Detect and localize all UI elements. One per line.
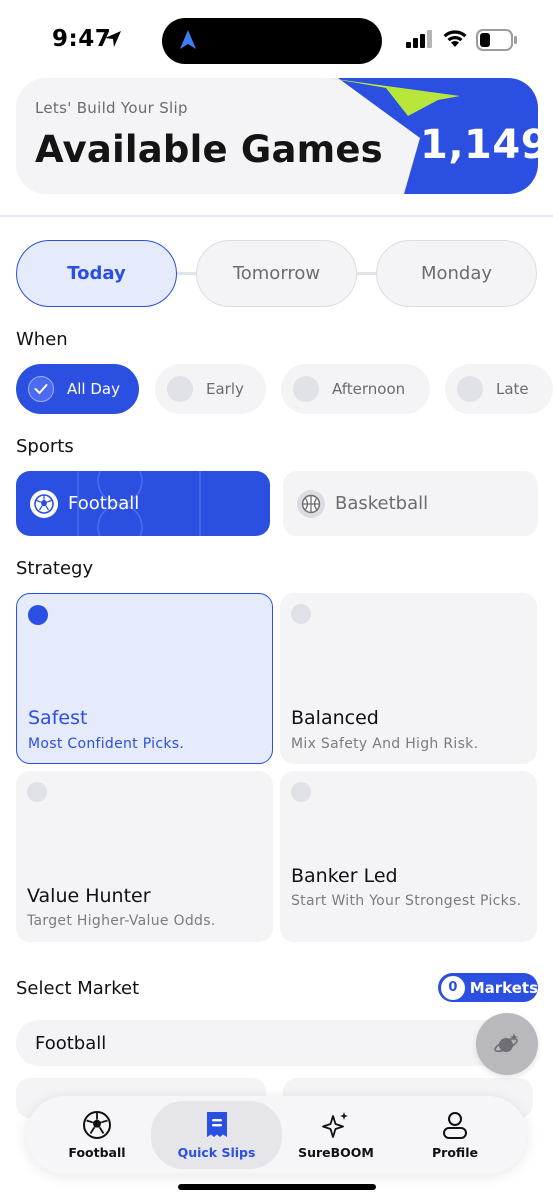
select-market-label: Select Market	[16, 978, 140, 999]
sport-option-football[interactable]: Football	[16, 471, 270, 536]
markets-count-label: Markets	[469, 978, 538, 997]
strategy-desc: Target Higher-Value Odds.	[27, 913, 216, 929]
radio-icon	[291, 782, 311, 802]
strategy-desc: Start With Your Strongest Picks.	[291, 893, 522, 909]
when-label: When	[16, 329, 68, 350]
markets-count-badge: 0	[441, 975, 465, 1000]
radio-icon	[293, 376, 319, 402]
home-indicator	[178, 1184, 376, 1190]
navigation-arrow-icon	[180, 30, 196, 49]
nav-item-quick-slips[interactable]: Quick Slips	[151, 1101, 282, 1169]
when-chip-early[interactable]: Early	[155, 364, 266, 414]
bottom-nav: Football Quick Slips SureBOOM Profile	[26, 1096, 527, 1174]
nav-label: Profile	[432, 1145, 478, 1160]
receipt-icon	[206, 1112, 227, 1137]
games-count: 1,149	[420, 122, 538, 168]
market-sport-value: Football	[35, 1032, 107, 1054]
when-chip-late[interactable]: Late	[445, 364, 553, 414]
nav-label: Quick Slips	[177, 1145, 256, 1160]
sport-label: Basketball	[335, 493, 429, 514]
day-tab-tomorrow[interactable]: Tomorrow	[196, 240, 357, 307]
header-divider	[0, 215, 553, 217]
when-chip-label: All Day	[67, 380, 120, 398]
day-tab-monday[interactable]: Monday	[376, 240, 537, 307]
when-chip-afternoon[interactable]: Afternoon	[281, 364, 430, 414]
radio-icon	[291, 604, 311, 624]
when-chip-label: Afternoon	[332, 380, 406, 398]
radio-icon	[457, 376, 483, 402]
markets-count-pill[interactable]: 0 Markets	[438, 973, 538, 1002]
nav-label: Football	[68, 1145, 126, 1160]
when-chip-label: Early	[206, 380, 244, 398]
floating-action-button[interactable]	[476, 1013, 538, 1075]
nav-item-profile[interactable]: Profile	[404, 1096, 506, 1174]
radio-icon	[27, 782, 47, 802]
strategy-card-value-hunter[interactable]: Value Hunter Target Higher-Value Odds.	[16, 771, 273, 942]
strategy-name: Banker Led	[291, 865, 398, 887]
day-tab-today[interactable]: Today	[16, 240, 177, 307]
sparkles-icon	[322, 1112, 348, 1138]
hero-subtitle: Lets' Build Your Slip	[35, 99, 188, 117]
sports-label: Sports	[16, 436, 74, 457]
sport-option-basketball[interactable]: Basketball	[283, 471, 538, 536]
strategy-name: Value Hunter	[27, 885, 151, 907]
battery-icon	[476, 29, 517, 51]
when-chip-label: Late	[496, 380, 529, 398]
cellular-signal-icon	[406, 30, 432, 48]
soccer-ball-icon	[30, 489, 58, 518]
status-bar: 9:47	[0, 0, 553, 80]
strategy-card-safest[interactable]: Safest Most Confident Picks.	[16, 593, 273, 764]
market-sport-select[interactable]: Football	[16, 1020, 538, 1066]
radio-icon	[28, 605, 48, 625]
strategy-card-banker-led[interactable]: Banker Led Start With Your Strongest Pic…	[280, 771, 537, 942]
checkmark-icon	[28, 376, 54, 402]
dynamic-island	[162, 18, 382, 64]
nav-item-sureboom[interactable]: SureBOOM	[284, 1096, 388, 1174]
strategy-name: Balanced	[291, 707, 379, 729]
soccer-ball-icon	[83, 1111, 111, 1139]
radio-icon	[167, 376, 193, 402]
sport-label: Football	[68, 493, 140, 514]
when-chip-all-day[interactable]: All Day	[16, 364, 139, 414]
planet-icon	[494, 1033, 518, 1053]
person-icon	[443, 1112, 467, 1139]
available-games-card: Lets' Build Your Slip Available Games 1,…	[16, 78, 538, 194]
basketball-icon	[297, 489, 325, 518]
strategy-desc: Most Confident Picks.	[28, 736, 185, 752]
location-arrow-icon	[105, 31, 121, 47]
strategy-card-balanced[interactable]: Balanced Mix Safety And High Risk.	[280, 593, 537, 764]
nav-item-football[interactable]: Football	[46, 1096, 148, 1174]
strategy-name: Safest	[28, 707, 88, 729]
strategy-label: Strategy	[16, 558, 94, 579]
strategy-desc: Mix Safety And High Risk.	[291, 736, 479, 752]
nav-label: SureBOOM	[298, 1145, 374, 1160]
wifi-icon	[443, 30, 467, 47]
status-time: 9:47	[52, 26, 112, 52]
